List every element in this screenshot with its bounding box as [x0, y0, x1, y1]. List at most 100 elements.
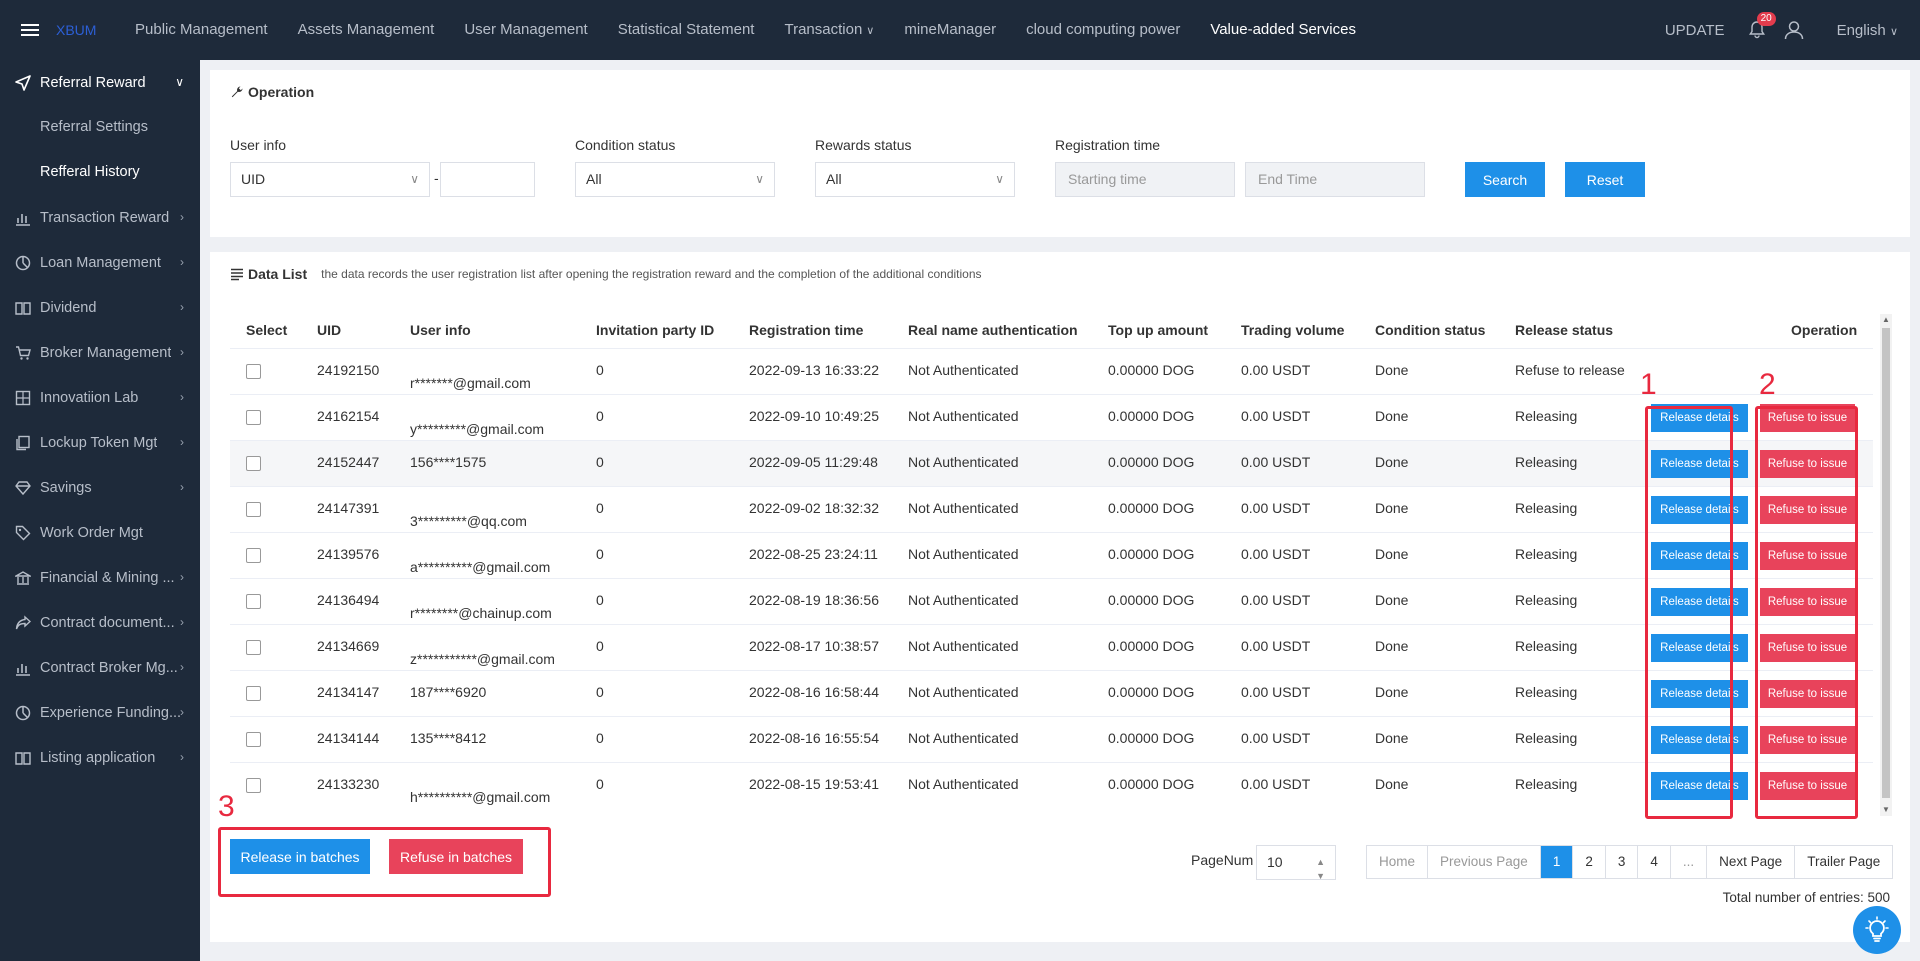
- top-bar: XBUM Public Management Assets Management…: [0, 0, 1920, 60]
- user-icon[interactable]: [1783, 19, 1805, 41]
- cell-auth: Not Authenticated: [908, 500, 1019, 516]
- scroll-up-icon[interactable]: ▲: [1880, 314, 1892, 326]
- chevron-right-icon: ›: [180, 705, 184, 719]
- page-previous[interactable]: Previous Page: [1428, 846, 1541, 878]
- nav-transaction-label: Transaction: [784, 21, 863, 38]
- sidebar-item-contract-document[interactable]: Contract document... ›: [0, 600, 200, 645]
- page-2[interactable]: 2: [1573, 846, 1606, 878]
- cell-release-status: Releasing: [1515, 684, 1578, 700]
- chevron-right-icon: ›: [180, 480, 184, 494]
- sidebar-item-innovation-lab[interactable]: Innovatiion Lab ›: [0, 375, 200, 420]
- row-checkbox[interactable]: [246, 686, 261, 701]
- user-info-select[interactable]: UID ∨: [230, 162, 430, 197]
- user-info-input[interactable]: [440, 162, 535, 197]
- update-link[interactable]: UPDATE: [1665, 22, 1725, 39]
- cell-user-info: r********@chainup.com: [410, 605, 552, 621]
- page-size-select[interactable]: 10 ▲ ▼: [1256, 845, 1336, 881]
- page-trailer[interactable]: Trailer Page: [1795, 846, 1893, 878]
- sidebar-item-dividend[interactable]: Dividend ›: [0, 285, 200, 330]
- sidebar-item-work-order[interactable]: Work Order Mgt: [0, 510, 200, 555]
- start-time-input[interactable]: Starting time: [1055, 162, 1235, 197]
- row-checkbox[interactable]: [246, 410, 261, 425]
- row-checkbox[interactable]: [246, 640, 261, 655]
- chevron-down-icon: ∨: [755, 172, 764, 186]
- nav-value-added-services[interactable]: Value-added Services: [1195, 0, 1371, 60]
- cell-auth: Not Authenticated: [908, 454, 1019, 470]
- search-button[interactable]: Search: [1465, 162, 1545, 197]
- nav-cloud-computing[interactable]: cloud computing power: [1011, 0, 1195, 60]
- end-time-input[interactable]: End Time: [1245, 162, 1425, 197]
- sidebar-item-experience-funding[interactable]: Experience Funding... ›: [0, 690, 200, 735]
- sidebar-item-broker-management[interactable]: Broker Management ›: [0, 330, 200, 375]
- lightbulb-icon[interactable]: [1853, 906, 1901, 954]
- cell-inviter-id: 0: [596, 500, 604, 516]
- rewards-status-select[interactable]: All ∨: [815, 162, 1015, 197]
- page-home[interactable]: Home: [1367, 846, 1429, 878]
- sidebar-item-referral-settings[interactable]: Referral Settings: [0, 105, 200, 150]
- cell-registration-time: 2022-08-15 19:53:41: [749, 776, 879, 792]
- sidebar-item-label: Savings: [40, 479, 92, 496]
- registration-time-label: Registration time: [1055, 137, 1161, 153]
- nav-statistical-statement[interactable]: Statistical Statement: [603, 0, 770, 60]
- cell-uid: 24139576: [317, 546, 380, 562]
- page-1[interactable]: 1: [1540, 846, 1574, 878]
- cell-inviter-id: 0: [596, 408, 604, 424]
- row-checkbox[interactable]: [246, 594, 261, 609]
- sidebar-group-referral-reward[interactable]: Referral Reward ∨: [0, 60, 200, 105]
- cell-auth: Not Authenticated: [908, 362, 1019, 378]
- condition-status-select[interactable]: All ∨: [575, 162, 775, 197]
- sidebar-item-listing-application[interactable]: Listing application ›: [0, 735, 200, 780]
- cell-registration-time: 2022-08-16 16:55:54: [749, 730, 879, 746]
- sidebar-item-contract-broker[interactable]: Contract Broker Mg... ›: [0, 645, 200, 690]
- sidebar-item-refferal-history[interactable]: Refferal History: [0, 150, 200, 195]
- table-scrollbar[interactable]: ▲ ▼: [1880, 314, 1892, 816]
- sidebar-item-loan-management[interactable]: Loan Management ›: [0, 240, 200, 285]
- cell-top-up: 0.00000 DOG: [1108, 546, 1195, 562]
- menu-toggle-icon[interactable]: [0, 0, 60, 60]
- cell-top-up: 0.00000 DOG: [1108, 500, 1195, 516]
- rewards-status-value: All: [826, 171, 842, 187]
- sidebar-group-label: Referral Reward: [40, 74, 146, 91]
- nav-mine-manager[interactable]: mineManager: [889, 0, 1011, 60]
- condition-status-label: Condition status: [575, 137, 676, 153]
- annotation-label-3: 3: [218, 790, 235, 823]
- sidebar-item-financial-mining[interactable]: Financial & Mining ... ›: [0, 555, 200, 600]
- chevron-right-icon: ›: [180, 390, 184, 404]
- sidebar-item-lockup-token[interactable]: Lockup Token Mgt ›: [0, 420, 200, 465]
- bell-icon[interactable]: 20: [1747, 12, 1776, 40]
- col-condition-status: Condition status: [1375, 322, 1486, 338]
- scroll-down-icon[interactable]: ▼: [1880, 804, 1892, 816]
- row-checkbox[interactable]: [246, 778, 261, 793]
- scrollbar-thumb[interactable]: [1882, 328, 1890, 798]
- sidebar-item-label: Broker Management: [40, 344, 172, 361]
- page-3[interactable]: 3: [1605, 846, 1639, 878]
- table-row: 24192150 r*******@gmail.com 0 2022-09-13 16…: [230, 348, 1873, 394]
- row-checkbox[interactable]: [246, 732, 261, 747]
- nav-transaction[interactable]: Transaction ∨: [769, 0, 889, 60]
- col-operation: Operation: [1791, 322, 1858, 338]
- page-next[interactable]: Next Page: [1707, 846, 1796, 878]
- row-checkbox[interactable]: [246, 456, 261, 471]
- row-checkbox[interactable]: [246, 548, 261, 563]
- cell-release-status: Releasing: [1515, 730, 1578, 746]
- logo[interactable]: XBUM: [56, 22, 120, 38]
- cell-condition: Done: [1375, 546, 1409, 562]
- sidebar-item-transaction-reward[interactable]: Transaction Reward ›: [0, 195, 200, 240]
- cell-top-up: 0.00000 DOG: [1108, 362, 1195, 378]
- nav-user-management[interactable]: User Management: [449, 0, 602, 60]
- cell-auth: Not Authenticated: [908, 592, 1019, 608]
- row-checkbox[interactable]: [246, 502, 261, 517]
- book-icon: [14, 299, 32, 317]
- nav-assets-management[interactable]: Assets Management: [283, 0, 450, 60]
- cell-user-info: a**********@gmail.com: [410, 559, 551, 575]
- annotation-label-1: 1: [1640, 368, 1657, 401]
- cell-condition: Done: [1375, 638, 1409, 654]
- nav-public-management[interactable]: Public Management: [120, 0, 283, 60]
- row-checkbox[interactable]: [246, 364, 261, 379]
- sidebar-item-savings[interactable]: Savings ›: [0, 465, 200, 510]
- cell-trading-volume: 0.00 USDT: [1241, 730, 1311, 746]
- language-select[interactable]: English ∨: [1837, 22, 1898, 39]
- reset-button[interactable]: Reset: [1565, 162, 1645, 197]
- table-row: 24139576 a**********@gmail.com 0 2022-08-25…: [230, 532, 1873, 578]
- page-4[interactable]: 4: [1638, 846, 1671, 878]
